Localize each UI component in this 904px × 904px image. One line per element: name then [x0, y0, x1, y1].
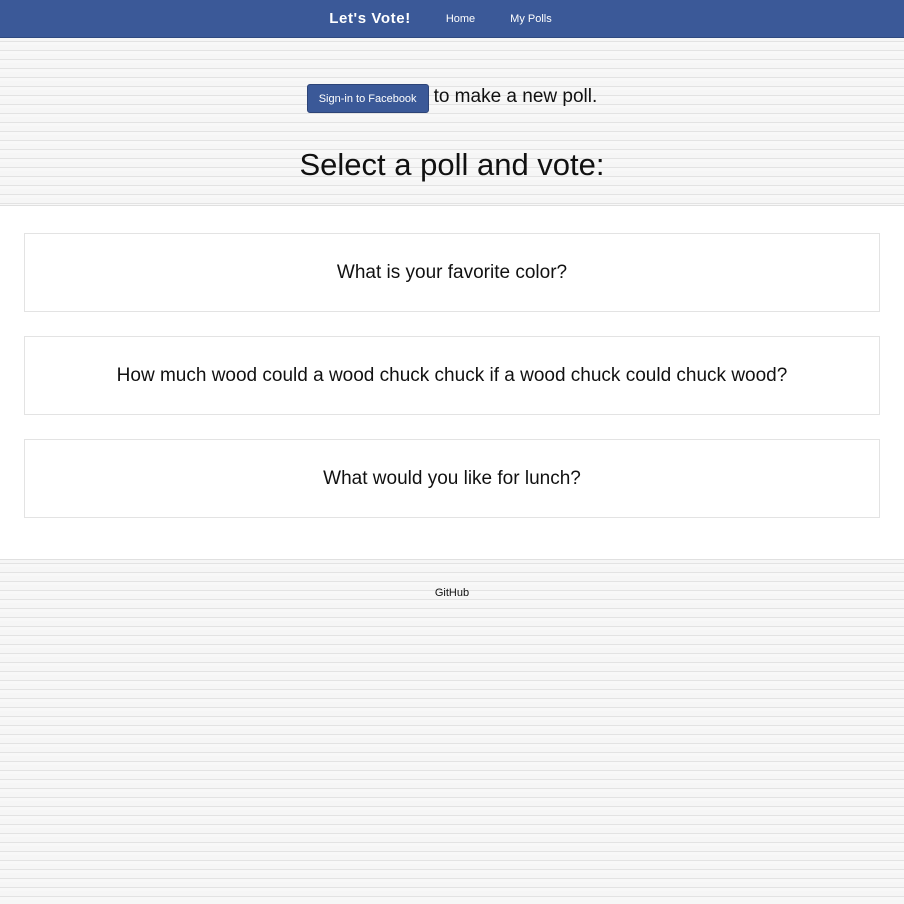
top-navbar: Let's Vote! Home My Polls [0, 0, 904, 38]
nav-link-my-polls[interactable]: My Polls [510, 13, 552, 25]
poll-item-favorite-color[interactable]: What is your favorite color? [24, 233, 880, 312]
poll-item-lunch[interactable]: What would you like for lunch? [24, 439, 880, 518]
brand-link[interactable]: Let's Vote! [329, 10, 411, 27]
navbar-inner: Let's Vote! Home My Polls [329, 10, 586, 27]
nav-link-home[interactable]: Home [446, 13, 475, 25]
signin-row: Sign-in to Facebook to make a new poll. [0, 84, 904, 113]
page-heading: Select a poll and vote: [299, 147, 605, 182]
signin-prompt-text: to make a new poll. [433, 85, 598, 107]
github-link[interactable]: GitHub [0, 587, 904, 599]
facebook-signin-button[interactable]: Sign-in to Facebook [306, 84, 429, 113]
poll-item-wood-chuck[interactable]: How much wood could a wood chuck chuck i… [24, 336, 880, 415]
polls-list: What is your favorite color? How much wo… [0, 205, 904, 560]
